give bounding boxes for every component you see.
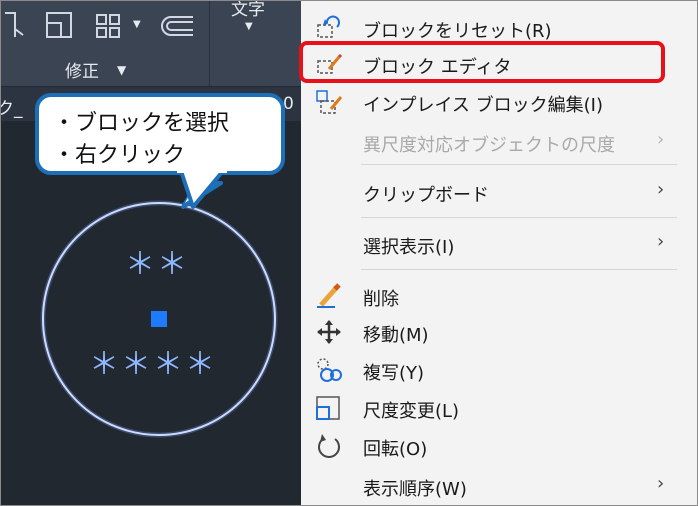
menu-separator bbox=[361, 164, 677, 165]
menu-item-rotate[interactable]: 回転(O) bbox=[301, 427, 697, 465]
menu-label: 回転(O) bbox=[363, 439, 428, 460]
menu-label: インプレイス ブロック編集(I) bbox=[363, 95, 603, 116]
submenu-arrow-icon: › bbox=[657, 473, 665, 494]
menu-item-erase[interactable]: 削除 bbox=[301, 277, 697, 315]
stretch-tool-icon[interactable] bbox=[3, 9, 25, 43]
eraser-icon bbox=[315, 283, 343, 309]
move-icon bbox=[315, 319, 343, 345]
menu-item-clipboard[interactable]: クリップボード › bbox=[301, 173, 697, 211]
scale-tool-icon[interactable] bbox=[45, 11, 75, 43]
ribbon: ▼ 修正 ▼ 文字 ▼ bbox=[1, 1, 301, 87]
menu-item-annotative-scale: 異尺度対応オブジェクトの尺度 › bbox=[301, 123, 697, 161]
menu-label: 選択表示(I) bbox=[363, 237, 455, 258]
menu-item-isolate[interactable]: 選択表示(I) › bbox=[301, 225, 697, 263]
menu-label: 尺度変更(L) bbox=[363, 401, 460, 422]
menu-separator bbox=[361, 269, 677, 270]
rotate-icon bbox=[315, 433, 343, 459]
scale-icon bbox=[315, 395, 343, 421]
array-tool-icon[interactable] bbox=[95, 13, 123, 43]
copy-icon bbox=[315, 357, 343, 383]
text-dropdown-caret-icon[interactable]: ▼ bbox=[245, 21, 253, 32]
callout-line-1: ・ブロックを選択 bbox=[53, 111, 230, 136]
menu-label: 移動(M) bbox=[363, 325, 429, 346]
callout-tail-cover bbox=[177, 171, 227, 209]
menu-label: クリップボード bbox=[363, 185, 489, 206]
block-grip bbox=[151, 311, 167, 327]
instruction-callout: ・ブロックを選択 ・右クリック bbox=[35, 93, 285, 175]
file-tab[interactable]: ク_ bbox=[1, 94, 23, 119]
menu-label: ブロックをリセット(R) bbox=[363, 21, 552, 42]
array-dropdown-caret-icon[interactable]: ▼ bbox=[133, 19, 141, 30]
inplace-edit-icon bbox=[315, 89, 343, 115]
menu-item-inplace-edit[interactable]: インプレイス ブロック編集(I) bbox=[301, 83, 697, 121]
asterisk-row-bottom: ＊＊＊＊ bbox=[89, 347, 217, 382]
menu-item-draw-order[interactable]: 表示順序(W) › bbox=[301, 467, 697, 505]
modify-panel-caret-icon[interactable]: ▼ bbox=[117, 63, 126, 77]
menu-item-move[interactable]: 移動(M) bbox=[301, 313, 697, 351]
asterisk-row-top: ＊＊ bbox=[125, 247, 189, 282]
menu-separator bbox=[361, 217, 677, 218]
modify-panel-label[interactable]: 修正 bbox=[65, 57, 99, 82]
submenu-arrow-icon: › bbox=[657, 179, 665, 200]
block-reset-icon bbox=[315, 15, 343, 41]
menu-item-copy[interactable]: 複写(Y) bbox=[301, 351, 697, 389]
screenshot-frame: ▼ 修正 ▼ 文字 ▼ ク_ 0 ＊＊ ＊＊＊＊ ・ブロックを選択 ・右クリック bbox=[0, 0, 698, 506]
menu-label: 表示順序(W) bbox=[363, 479, 467, 500]
offset-tool-icon[interactable] bbox=[161, 15, 195, 41]
menu-label: 異尺度対応オブジェクトの尺度 bbox=[363, 135, 615, 156]
menu-label: 削除 bbox=[363, 289, 399, 310]
ribbon-separator bbox=[209, 1, 210, 87]
menu-item-scale[interactable]: 尺度変更(L) bbox=[301, 389, 697, 427]
menu-label: 複写(Y) bbox=[363, 363, 425, 384]
submenu-arrow-icon: › bbox=[657, 231, 665, 252]
text-panel-label[interactable]: 文字 bbox=[231, 1, 265, 20]
block-editor-highlight bbox=[299, 41, 665, 83]
submenu-arrow-icon: › bbox=[657, 129, 665, 150]
callout-line-2: ・右クリック bbox=[53, 143, 186, 168]
